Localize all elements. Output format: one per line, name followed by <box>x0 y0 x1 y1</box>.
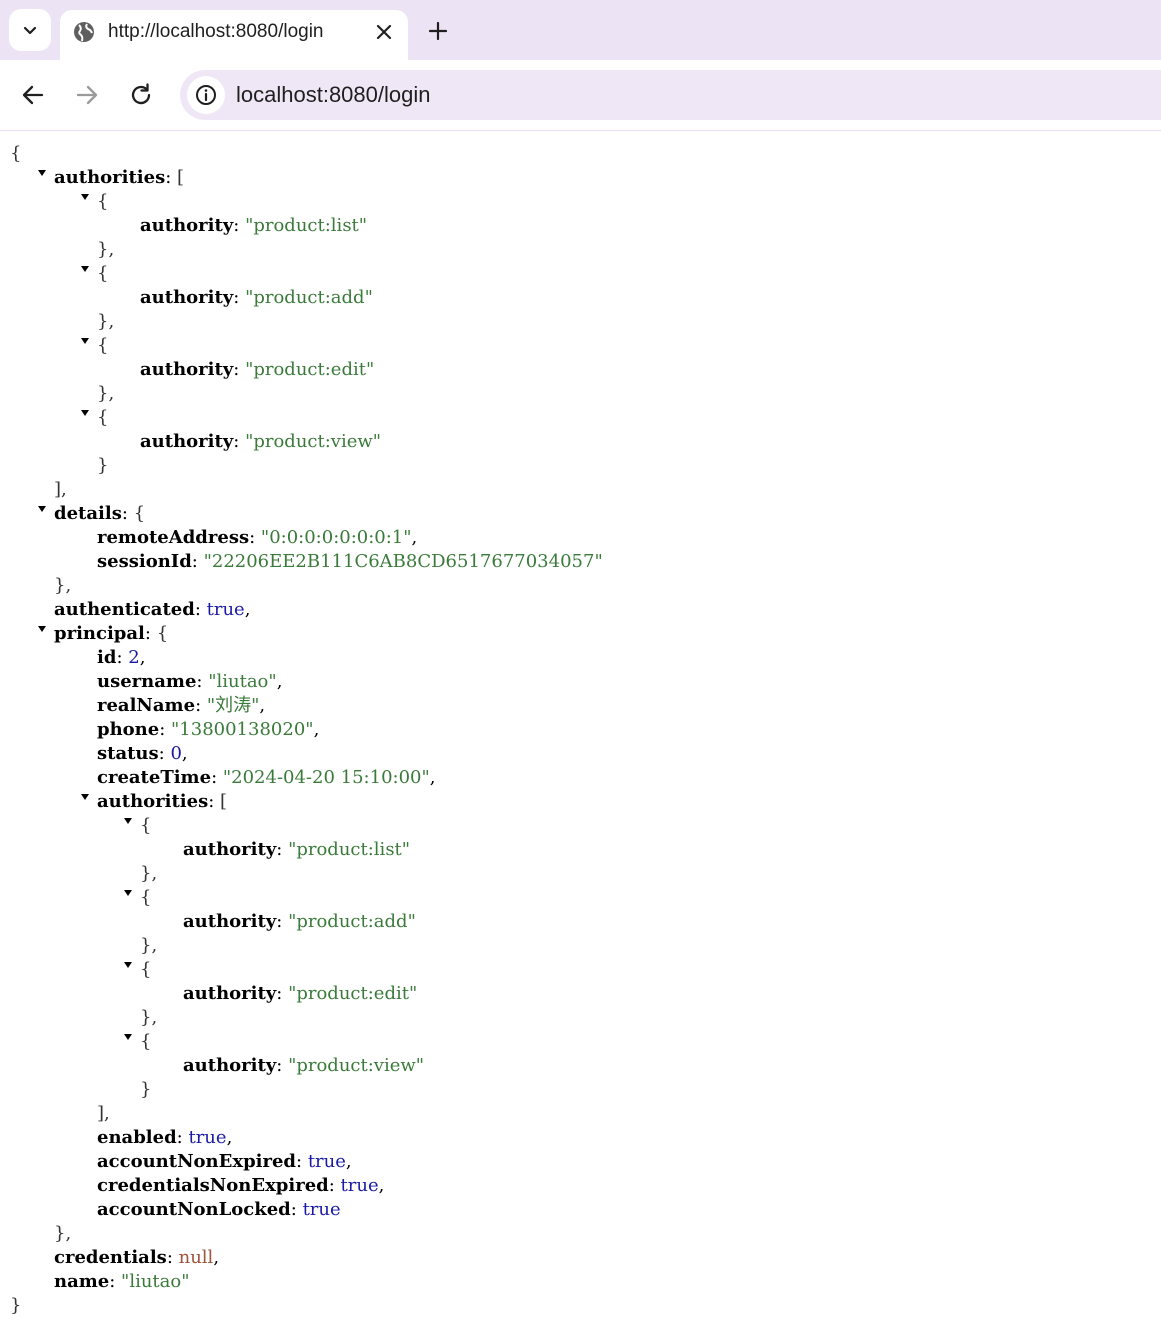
collapse-triangle-icon[interactable] <box>123 888 133 898</box>
json-line-account-non-expired: accountNonExpired: true, <box>97 1151 352 1172</box>
arrow-left-icon[interactable] <box>20 82 46 108</box>
collapse-triangle-icon[interactable] <box>80 336 90 346</box>
close-icon[interactable] <box>374 22 394 42</box>
collapse-triangle-icon[interactable] <box>37 504 47 514</box>
json-line-authority: authority: "product:list" <box>140 215 368 236</box>
site-info-button[interactable] <box>187 76 225 114</box>
json-bracket: ], <box>54 479 67 500</box>
chevron-down-icon <box>23 26 37 35</box>
json-brace: { <box>140 959 152 980</box>
json-brace: }, <box>140 1007 158 1028</box>
collapse-triangle-icon[interactable] <box>37 168 47 178</box>
url-text: localhost:8080/login <box>236 82 431 107</box>
json-line-authorities: authorities: [ <box>54 167 185 188</box>
json-brace: }, <box>140 863 158 884</box>
tab-strip: http://localhost:8080/login <box>0 0 1161 60</box>
browser-toolbar: localhost:8080/login <box>0 60 1161 131</box>
json-brace: } <box>97 455 109 476</box>
json-line-authority: authority: "product:add" <box>183 911 416 932</box>
info-icon <box>196 85 216 105</box>
browser-tab[interactable]: http://localhost:8080/login <box>60 10 408 60</box>
json-line-status: status: 0, <box>97 743 188 764</box>
json-line-details: details: { <box>54 503 146 524</box>
json-brace: { <box>97 263 109 284</box>
json-line-authority: authority: "product:add" <box>140 287 373 308</box>
json-line-authority: authority: "product:edit" <box>140 359 375 380</box>
json-line-principal-authorities: authorities: [ <box>97 791 228 812</box>
json-line-authority: authority: "product:view" <box>183 1055 425 1076</box>
json-line-real-name: realName: "刘涛", <box>97 695 266 716</box>
collapse-triangle-icon[interactable] <box>80 408 90 418</box>
collapse-triangle-icon[interactable] <box>123 960 133 970</box>
collapse-triangle-icon[interactable] <box>123 816 133 826</box>
collapse-triangle-icon[interactable] <box>80 264 90 274</box>
json-line-principal: principal: { <box>54 623 169 644</box>
json-bracket: ], <box>97 1103 110 1124</box>
json-line-name: name: "liutao" <box>54 1271 190 1292</box>
collapse-triangle-icon[interactable] <box>80 792 90 802</box>
tab-title: http://localhost:8080/login <box>108 21 324 42</box>
json-line-authority: authority: "product:list" <box>183 839 411 860</box>
tab-list-button[interactable] <box>9 9 51 51</box>
json-brace: }, <box>54 1223 72 1244</box>
json-line-enabled: enabled: true, <box>97 1127 233 1148</box>
json-line-authority: authority: "product:view" <box>140 431 382 452</box>
json-brace: { <box>97 191 109 212</box>
json-brace: { <box>97 407 109 428</box>
json-brace: }, <box>97 311 115 332</box>
globe-icon <box>74 22 94 42</box>
json-line-account-non-locked: accountNonLocked: true <box>97 1199 341 1220</box>
json-brace: } <box>140 1079 152 1100</box>
address-bar[interactable]: localhost:8080/login <box>180 70 1161 120</box>
json-close-brace: } <box>10 1295 22 1316</box>
collapse-triangle-icon[interactable] <box>123 1032 133 1042</box>
json-line-username: username: "liutao", <box>97 671 283 692</box>
json-line-session-id: sessionId: "22206EE2B111C6AB8CD651767703… <box>97 551 603 572</box>
plus-icon[interactable] <box>426 19 450 43</box>
json-brace: { <box>140 887 152 908</box>
json-brace: }, <box>140 935 158 956</box>
json-open-brace: { <box>10 143 22 164</box>
json-brace: }, <box>54 575 72 596</box>
json-brace: { <box>140 1031 152 1052</box>
json-line-credentials-non-expired: credentialsNonExpired: true, <box>97 1175 385 1196</box>
json-line-authority: authority: "product:edit" <box>183 983 418 1004</box>
json-brace: }, <box>97 383 115 404</box>
json-brace: { <box>97 335 109 356</box>
json-brace: { <box>140 815 152 836</box>
json-line-authenticated: authenticated: true, <box>54 599 251 620</box>
json-line-remote-address: remoteAddress: "0:0:0:0:0:0:0:1", <box>97 527 418 548</box>
json-line-id: id: 2, <box>97 647 146 668</box>
json-line-create-time: createTime: "2024-04-20 15:10:00", <box>97 767 436 788</box>
collapse-triangle-icon[interactable] <box>37 624 47 634</box>
arrow-right-icon[interactable] <box>74 82 100 108</box>
json-brace: }, <box>97 239 115 260</box>
json-line-credentials: credentials: null, <box>54 1247 220 1268</box>
json-line-phone: phone: "13800138020", <box>97 719 320 740</box>
collapse-triangle-icon[interactable] <box>80 192 90 202</box>
reload-icon[interactable] <box>128 82 154 108</box>
